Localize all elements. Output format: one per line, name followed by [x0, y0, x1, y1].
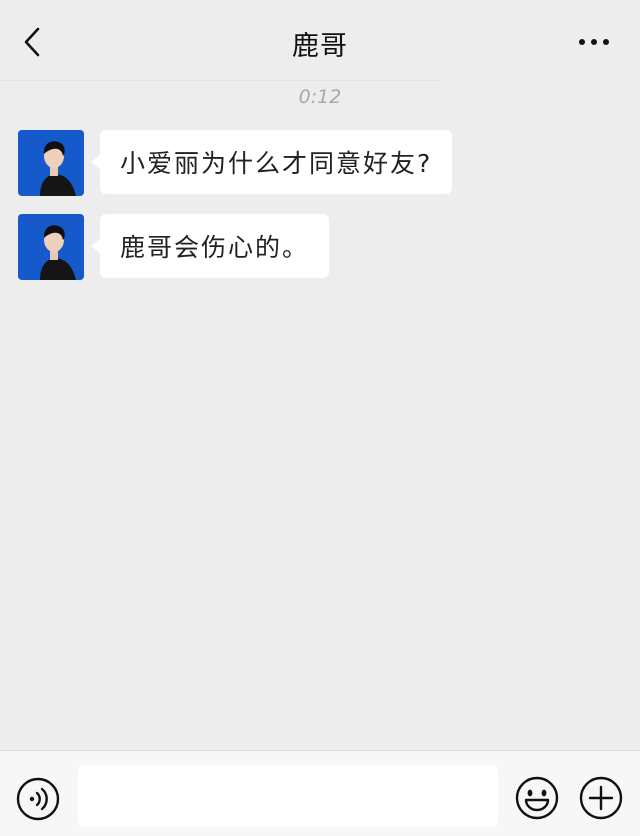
emoji-button[interactable] [514, 775, 560, 821]
message-timestamp: 0:12 [298, 86, 342, 108]
plus-button[interactable] [578, 775, 624, 821]
avatar[interactable] [18, 214, 84, 280]
avatar-photo [18, 214, 84, 280]
message-input[interactable] [78, 765, 498, 827]
avatar[interactable] [18, 130, 84, 196]
emoji-icon [515, 776, 559, 820]
more-button[interactable] [574, 30, 614, 54]
more-dots-icon [579, 39, 609, 45]
header-divider [0, 80, 440, 81]
voice-icon [16, 777, 60, 821]
voice-button[interactable] [16, 777, 60, 821]
chat-header: 鹿哥 [0, 0, 640, 82]
avatar-photo [18, 130, 84, 196]
chat-screen: 鹿哥 0:12 小爱丽为什么才同意好友? 鹿哥会伤心的。 [0, 0, 640, 836]
input-bar [0, 750, 640, 836]
message-bubble[interactable]: 小爱丽为什么才同意好友? [90, 130, 453, 194]
message-bubble[interactable]: 鹿哥会伤心的。 [90, 214, 330, 278]
message-row: 小爱丽为什么才同意好友? [18, 130, 453, 196]
message-row: 鹿哥会伤心的。 [18, 214, 330, 280]
chat-title: 鹿哥 [292, 31, 348, 62]
plus-icon [579, 776, 623, 820]
